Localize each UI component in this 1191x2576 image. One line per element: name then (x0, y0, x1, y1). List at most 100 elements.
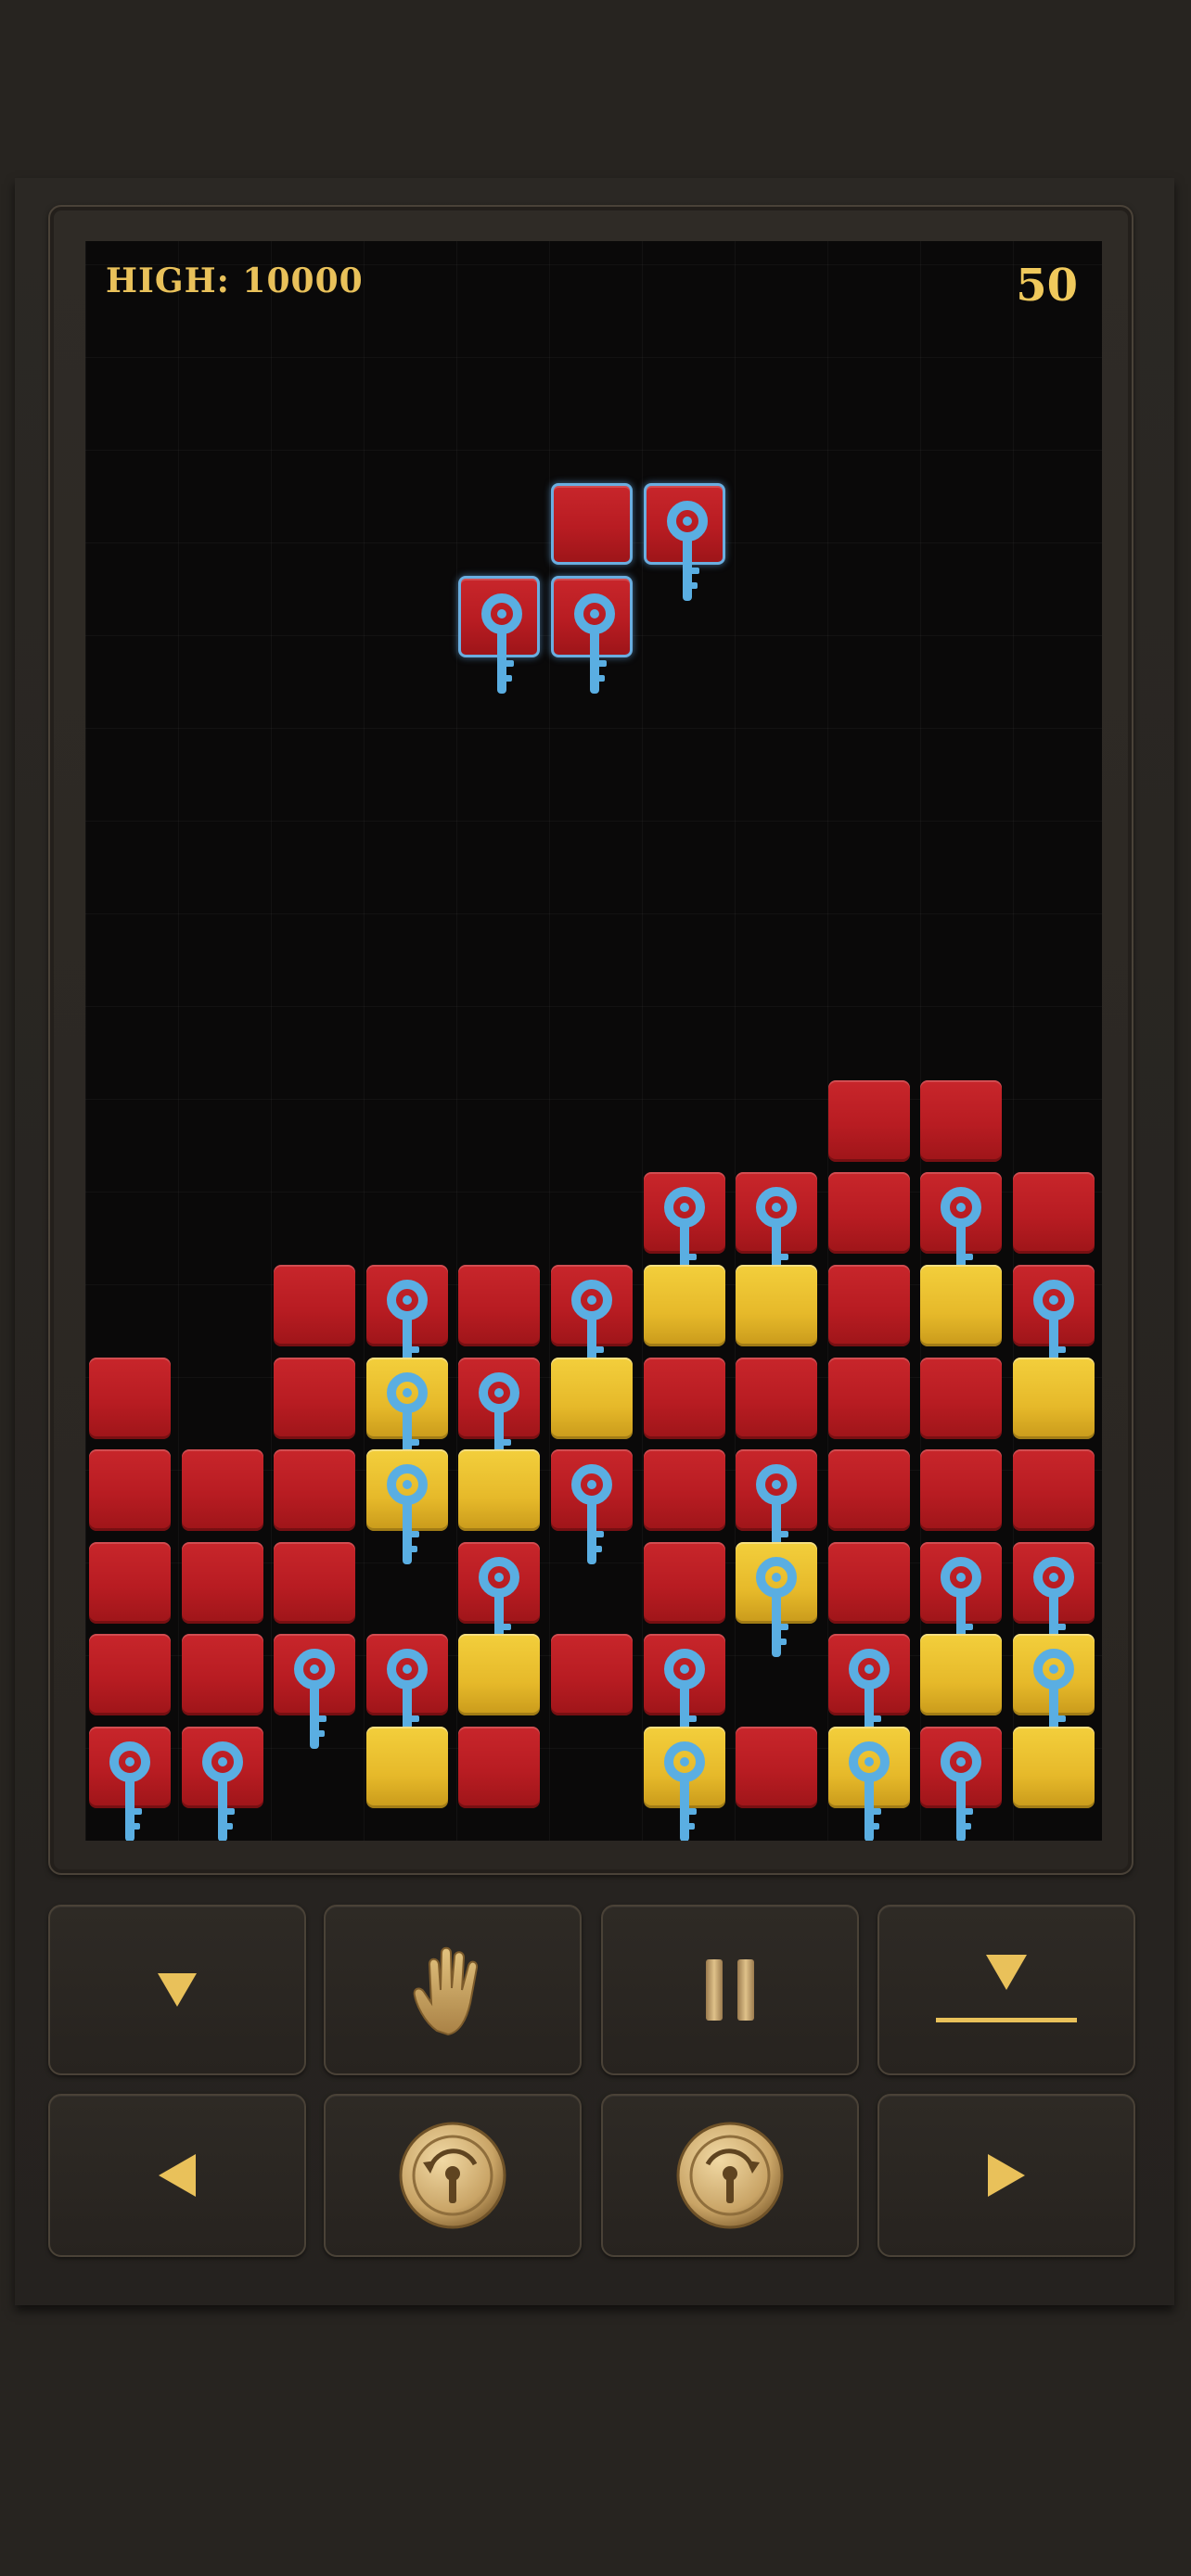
stacked-block (274, 1449, 356, 1532)
stacked-block (1013, 1172, 1095, 1255)
stacked-block (1013, 1449, 1095, 1532)
stacked-block-with-key (551, 1265, 633, 1380)
stacked-block (181, 1541, 263, 1624)
stacked-block (274, 1541, 356, 1624)
stacked-block-with-key (1013, 1541, 1095, 1657)
stacked-block (643, 1541, 725, 1624)
stacked-block (365, 1727, 448, 1808)
stacked-block (551, 1634, 633, 1716)
stacked-block-with-key (920, 1172, 1003, 1288)
active-piece-block-with-key (458, 575, 541, 694)
stacked-block (181, 1634, 263, 1716)
stacked-block (89, 1541, 171, 1624)
move-right-button[interactable] (877, 2094, 1135, 2257)
stacked-block (827, 1265, 910, 1346)
triangle-right-icon (988, 2154, 1025, 2197)
stacked-block (274, 1357, 356, 1439)
stacked-block (736, 1727, 818, 1808)
stacked-block-with-key (736, 1172, 818, 1288)
stacked-block-with-key (551, 1449, 633, 1565)
stacked-block (920, 1079, 1003, 1162)
triangle-down-icon (158, 1973, 197, 2007)
key-icon (848, 1741, 890, 1841)
stacked-block-with-key (181, 1727, 263, 1841)
stacked-block-with-key (920, 1541, 1003, 1657)
key-icon (571, 1464, 612, 1565)
stacked-block-with-key (736, 1449, 818, 1565)
triangle-left-icon (159, 2154, 196, 2197)
stacked-block-with-key (458, 1541, 541, 1657)
stacked-block-with-key (1013, 1265, 1095, 1380)
stacked-block (89, 1449, 171, 1532)
stacked-block-with-key (274, 1634, 356, 1750)
stacked-block-with-key (365, 1265, 448, 1380)
stacked-block-with-key (89, 1727, 171, 1841)
soft-drop-button[interactable] (48, 1905, 306, 2075)
stacked-block-with-key (736, 1541, 818, 1657)
stacked-block (920, 1449, 1003, 1532)
stacked-block (827, 1357, 910, 1439)
pause-button[interactable] (601, 1905, 859, 2075)
high-score-label: HIGH: 10000 (106, 261, 364, 300)
stacked-block-with-key (827, 1634, 910, 1750)
stacked-block (827, 1541, 910, 1624)
key-icon (386, 1464, 428, 1565)
stacked-block-with-key (365, 1357, 448, 1473)
stacked-block (643, 1265, 725, 1346)
key-icon (756, 1556, 798, 1657)
stacked-block (89, 1634, 171, 1716)
stacked-block-with-key (1013, 1634, 1095, 1750)
stacked-block-with-key (643, 1634, 725, 1750)
active-piece-block-with-key (551, 575, 633, 694)
key-icon (109, 1741, 150, 1841)
rotate-cw-dial-icon (676, 2122, 784, 2229)
rotate-ccw-button[interactable] (324, 2094, 582, 2257)
stacked-block (551, 1357, 633, 1439)
key-icon (574, 593, 615, 694)
key-icon (663, 1741, 705, 1841)
stacked-block-with-key (920, 1727, 1003, 1841)
key-icon (941, 1741, 982, 1841)
stacked-block (1013, 1727, 1095, 1808)
stacked-block (458, 1727, 541, 1808)
stacked-block (643, 1357, 725, 1439)
stacked-block (736, 1357, 818, 1439)
game-screen: HIGH: 10000 50 (0, 0, 1191, 2576)
pause-icon (706, 1959, 754, 2021)
move-left-button[interactable] (48, 2094, 306, 2257)
stacked-block (920, 1357, 1003, 1439)
drop-to-bottom-icon (936, 1955, 1077, 2022)
hold-button[interactable] (324, 1905, 582, 2075)
active-piece-block-with-key (643, 483, 725, 601)
stacked-block (920, 1634, 1003, 1716)
stacked-block (274, 1265, 356, 1346)
stacked-block-with-key (458, 1357, 541, 1473)
hand-icon (413, 1946, 479, 2036)
active-piece-block (551, 483, 633, 565)
stacked-block (827, 1079, 910, 1162)
key-icon (294, 1649, 336, 1750)
stacked-block (643, 1449, 725, 1532)
key-icon (666, 501, 708, 601)
stacked-block-with-key (827, 1727, 910, 1841)
stacked-block (458, 1634, 541, 1716)
stacked-block (458, 1449, 541, 1532)
rotate-ccw-dial-icon (399, 2122, 506, 2229)
stacked-block-with-key (365, 1449, 448, 1565)
hard-drop-button[interactable] (877, 1905, 1135, 2075)
stacked-block (827, 1172, 910, 1255)
stacked-block-with-key (643, 1727, 725, 1841)
key-icon (201, 1741, 243, 1841)
game-board[interactable]: HIGH: 10000 50 (85, 241, 1102, 1841)
stacked-block (827, 1449, 910, 1532)
stacked-block (920, 1265, 1003, 1346)
stacked-block (1013, 1357, 1095, 1439)
stacked-block (181, 1449, 263, 1532)
stacked-block (458, 1265, 541, 1346)
stacked-block (89, 1357, 171, 1439)
stacked-block (736, 1265, 818, 1346)
stacked-block-with-key (365, 1634, 448, 1750)
current-score: 50 (1016, 260, 1078, 312)
stacked-block-with-key (643, 1172, 725, 1288)
rotate-cw-button[interactable] (601, 2094, 859, 2257)
